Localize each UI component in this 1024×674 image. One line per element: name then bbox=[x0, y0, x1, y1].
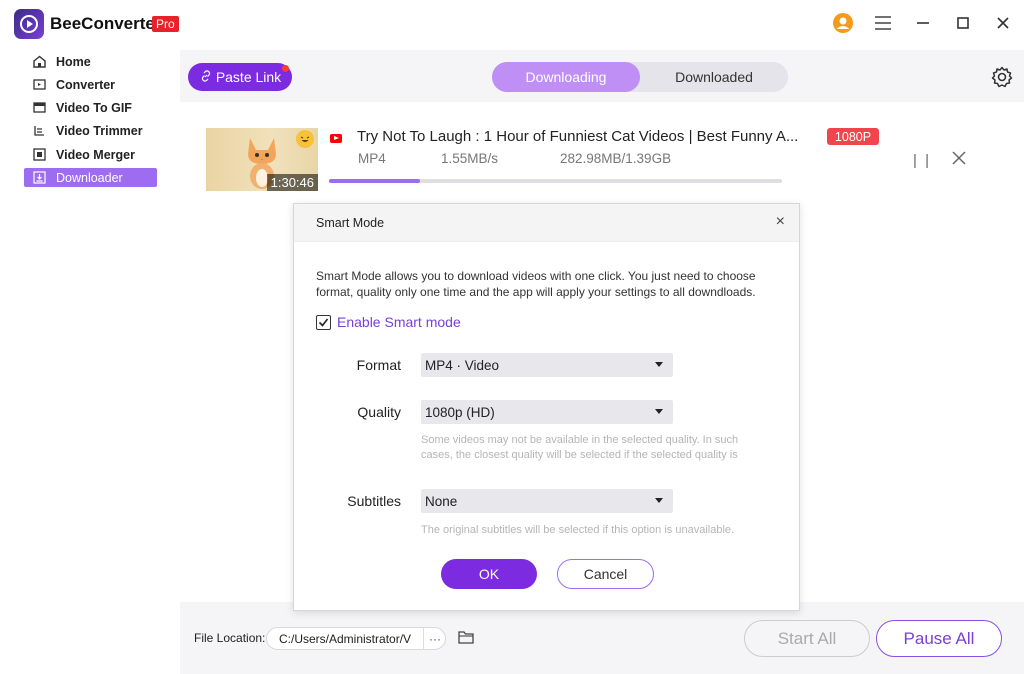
quality-label: Quality bbox=[357, 404, 401, 420]
download-size: 282.98MB/1.39GB bbox=[560, 151, 672, 166]
app-title: BeeConverter bbox=[50, 14, 162, 33]
tab-downloading[interactable]: Downloading bbox=[492, 62, 640, 92]
sidebar-item-label: Video Merger bbox=[56, 147, 135, 162]
resolution-badge: 1080P bbox=[827, 128, 879, 145]
tab-switcher: Downloading Downloaded bbox=[492, 62, 788, 92]
minimize-icon[interactable] bbox=[912, 12, 934, 34]
title-bar: BeeConverter Pro bbox=[0, 0, 1024, 50]
browse-more-button[interactable]: ··· bbox=[423, 627, 446, 650]
file-location-input[interactable]: C:/Users/Administrator/V bbox=[266, 627, 446, 650]
subtitles-hint: The original subtitles will be selected … bbox=[421, 524, 735, 536]
sidebar: Home Converter Video To GIF Video Trimme… bbox=[0, 50, 180, 674]
converter-icon bbox=[32, 78, 46, 92]
avatar-icon[interactable] bbox=[832, 12, 854, 34]
chevron-down-icon bbox=[655, 409, 663, 414]
close-icon[interactable] bbox=[992, 12, 1014, 34]
subtitles-value: None bbox=[425, 493, 458, 509]
sidebar-item-home[interactable]: Home bbox=[24, 52, 157, 71]
download-icon bbox=[32, 171, 46, 185]
laughing-emoji-icon bbox=[296, 130, 314, 148]
paste-link-button[interactable]: Paste Link bbox=[188, 63, 292, 91]
sidebar-item-label: Video To GIF bbox=[56, 100, 132, 115]
bottom-bar: File Location: C:/Users/Administrator/V … bbox=[180, 602, 1024, 674]
quality-hint: Some videos may not be available in the … bbox=[421, 434, 739, 461]
download-speed: 1.55MB/s bbox=[441, 151, 499, 166]
notification-dot bbox=[282, 65, 289, 72]
cancel-button[interactable]: Cancel bbox=[557, 559, 654, 589]
sidebar-item-video-merger[interactable]: Video Merger bbox=[24, 145, 157, 164]
trim-icon bbox=[32, 124, 46, 138]
sidebar-item-converter[interactable]: Converter bbox=[24, 75, 157, 94]
paste-link-label: Paste Link bbox=[215, 69, 282, 85]
enable-smart-mode-checkbox[interactable] bbox=[316, 314, 331, 330]
app-logo-icon bbox=[14, 9, 44, 39]
subtitles-label: Subtitles bbox=[347, 493, 401, 509]
window-controls bbox=[832, 12, 1014, 34]
gear-icon[interactable] bbox=[990, 65, 1014, 89]
toolbar: Paste Link Downloading Downloaded bbox=[180, 50, 1024, 102]
gif-icon bbox=[32, 101, 46, 115]
sidebar-item-label: Home bbox=[56, 54, 91, 69]
remove-download-icon[interactable] bbox=[952, 148, 966, 171]
sidebar-item-video-trimmer[interactable]: Video Trimmer bbox=[24, 121, 157, 140]
download-progress-bar bbox=[329, 179, 782, 183]
quality-select[interactable]: 1080p (HD) bbox=[421, 400, 673, 424]
format-value: MP4 · Video bbox=[425, 357, 500, 373]
enable-smart-mode-row[interactable]: Enable Smart mode bbox=[316, 314, 461, 330]
smart-mode-dialog: Smart Mode × Smart Mode allows you to do… bbox=[293, 203, 800, 611]
start-all-button[interactable]: Start All bbox=[744, 620, 870, 657]
merge-icon bbox=[32, 148, 46, 162]
home-icon bbox=[32, 55, 46, 69]
link-icon bbox=[199, 69, 213, 86]
dialog-title: Smart Mode bbox=[316, 216, 385, 230]
menu-icon[interactable] bbox=[872, 12, 894, 34]
sidebar-item-label: Downloader bbox=[56, 170, 123, 185]
sidebar-item-downloader[interactable]: Downloader bbox=[24, 168, 157, 187]
ok-button[interactable]: OK bbox=[441, 559, 537, 589]
format-label: Format bbox=[356, 357, 401, 373]
format-select[interactable]: MP4 · Video bbox=[421, 353, 673, 377]
folder-icon[interactable] bbox=[458, 630, 474, 644]
subtitles-select[interactable]: None bbox=[421, 489, 673, 513]
download-progress-fill bbox=[329, 179, 420, 183]
video-duration: 1:30:46 bbox=[266, 174, 318, 191]
sidebar-item-label: Video Trimmer bbox=[56, 123, 143, 138]
chevron-down-icon bbox=[655, 498, 663, 503]
pro-badge: Pro bbox=[152, 16, 179, 32]
video-thumbnail: 1:30:46 bbox=[206, 128, 318, 191]
video-title: Try Not To Laugh : 1 Hour of Funniest Ca… bbox=[357, 128, 799, 145]
video-format: MP4 bbox=[358, 151, 386, 166]
pause-all-button[interactable]: Pause All bbox=[876, 620, 1002, 657]
maximize-icon[interactable] bbox=[952, 12, 974, 34]
dialog-close-icon[interactable]: × bbox=[776, 213, 785, 231]
tab-downloaded[interactable]: Downloaded bbox=[640, 62, 788, 92]
file-location-value: C:/Users/Administrator/V bbox=[279, 631, 412, 646]
dialog-header: Smart Mode × bbox=[294, 204, 799, 242]
sidebar-item-label: Converter bbox=[56, 77, 116, 92]
dialog-description: Smart Mode allows you to download videos… bbox=[316, 269, 756, 299]
chevron-down-icon bbox=[655, 362, 663, 367]
pause-icon[interactable]: | | bbox=[913, 152, 931, 169]
quality-value: 1080p (HD) bbox=[425, 404, 495, 420]
enable-smart-mode-label[interactable]: Enable Smart mode bbox=[337, 314, 461, 330]
sidebar-item-video-to-gif[interactable]: Video To GIF bbox=[24, 98, 157, 117]
youtube-icon bbox=[330, 134, 342, 143]
file-location-label: File Location: bbox=[194, 631, 266, 645]
